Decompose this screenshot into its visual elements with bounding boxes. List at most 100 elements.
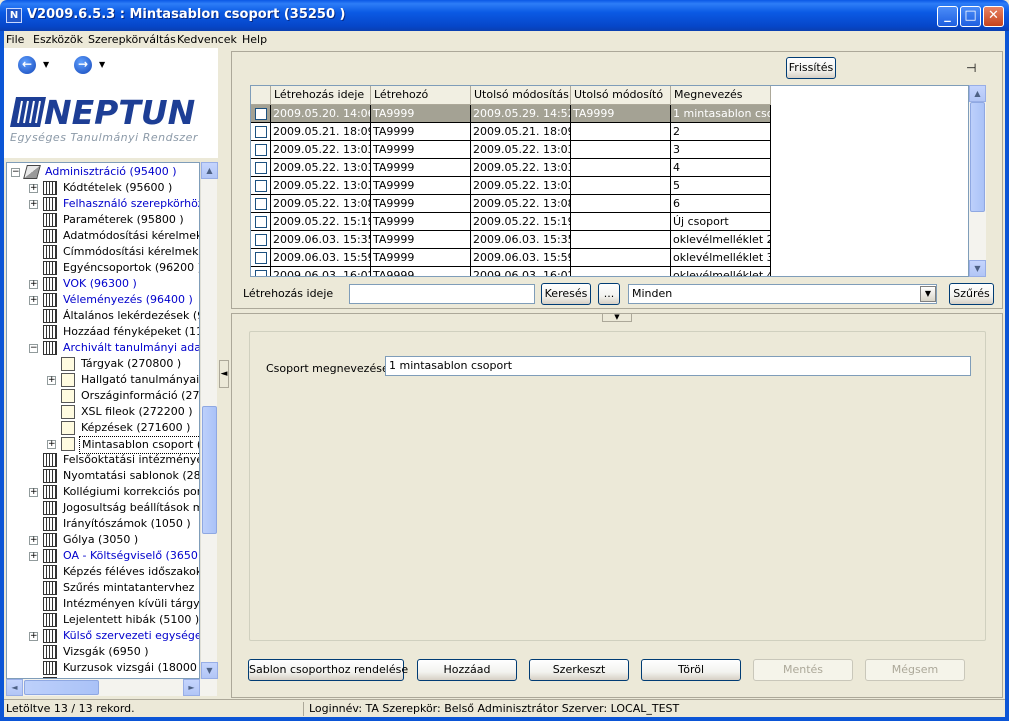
scroll-left-button[interactable]: ◄ <box>6 679 23 696</box>
logo-subtitle: Egységes Tanulmányi Rendszer <box>10 131 198 144</box>
table-cell: 2009.06.03. 15:35:1 <box>271 231 371 249</box>
refresh-button[interactable]: Frissítés <box>786 57 836 79</box>
expand-icon[interactable]: + <box>29 296 38 305</box>
app-icon: N <box>6 8 22 23</box>
expand-icon[interactable]: + <box>29 536 38 545</box>
column-header[interactable]: Utolsó módosító <box>571 86 671 105</box>
search-input[interactable] <box>349 284 535 304</box>
table-row[interactable]: 2009.05.22. 13:08:4TA99992009.05.22. 13:… <box>251 195 771 213</box>
table-cell: TA9999 <box>371 195 471 213</box>
group-name-field[interactable]: 1 mintasablon csoport <box>385 356 971 376</box>
table-row[interactable]: 2009.05.22. 13:03:0TA99992009.05.22. 13:… <box>251 159 771 177</box>
row-checkbox[interactable] <box>255 234 267 246</box>
table-cell <box>571 141 671 159</box>
expand-icon[interactable]: + <box>29 200 38 209</box>
edit-button[interactable]: Szerkeszt <box>529 659 629 681</box>
back-dropdown-icon[interactable]: ▼ <box>43 60 49 69</box>
table-cell: TA9999 <box>371 231 471 249</box>
scroll-thumb-horizontal[interactable] <box>24 680 99 695</box>
column-header[interactable] <box>251 86 271 105</box>
row-checkbox[interactable] <box>255 108 267 120</box>
tree-item-label: Adatmódosítási kérelmek (96 <box>63 229 200 242</box>
table-row[interactable]: 2009.05.20. 14:06:1TA99992009.05.29. 14:… <box>251 105 771 123</box>
table-cell: 2009.05.22. 13:08:4 <box>271 195 371 213</box>
collapse-icon[interactable]: − <box>29 344 38 353</box>
column-header[interactable]: Megnevezés <box>671 86 771 105</box>
expand-icon[interactable]: + <box>29 280 38 289</box>
scroll-up-button[interactable]: ▲ <box>201 162 218 179</box>
arrow-left-icon[interactable]: ← <box>18 56 36 74</box>
records-grid[interactable]: Létrehozás ideje Létrehozó Utolsó módosítá… <box>250 85 969 277</box>
table-row[interactable]: 2009.05.22. 15:19:1TA99992009.05.22. 15:… <box>251 213 771 231</box>
folder-icon <box>43 581 57 595</box>
scroll-right-button[interactable]: ► <box>183 679 200 696</box>
folder-icon <box>43 309 57 323</box>
table-row[interactable]: 2009.05.21. 18:09:4TA99992009.05.21. 18:… <box>251 123 771 141</box>
expand-icon[interactable]: + <box>29 184 38 193</box>
row-checkbox[interactable] <box>255 198 267 210</box>
chevron-down-icon[interactable]: ▼ <box>920 286 936 302</box>
delete-button[interactable]: Töröl <box>641 659 741 681</box>
table-cell: 2009.06.03. 15:59:5 <box>471 249 571 267</box>
collapse-left-icon[interactable]: ◄ <box>219 360 229 388</box>
assign-template-button[interactable]: Sablon csoporthoz rendelése <box>248 659 408 681</box>
window-frame-bottom <box>0 717 1009 721</box>
tree-vertical-scrollbar[interactable]: ▲ ▼ <box>200 162 218 679</box>
scroll-down-button[interactable]: ▼ <box>201 662 218 679</box>
filter-select[interactable]: Minden <box>628 284 937 304</box>
filter-button[interactable]: Szűrés <box>949 283 994 305</box>
maximize-button[interactable]: □ <box>960 6 981 27</box>
table-cell: 4 <box>671 159 771 177</box>
column-header[interactable]: Létrehozó <box>371 86 471 105</box>
grid-scroll-up-button[interactable]: ▲ <box>969 85 986 102</box>
collapse-icon[interactable]: − <box>11 168 20 177</box>
grid-scroll-down-button[interactable]: ▼ <box>969 260 986 277</box>
grid-scroll-thumb[interactable] <box>970 102 985 212</box>
column-header[interactable]: Létrehozás ideje <box>271 86 371 105</box>
scroll-thumb[interactable] <box>202 406 217 534</box>
save-button[interactable]: Mentés <box>753 659 853 681</box>
table-row[interactable]: 2009.05.22. 13:03:0TA99992009.05.22. 13:… <box>251 141 771 159</box>
folder-icon <box>43 341 57 355</box>
table-cell: TA9999 <box>371 105 471 123</box>
table-row[interactable]: 2009.06.03. 15:59:5TA99992009.06.03. 15:… <box>251 249 771 267</box>
navigation-tree[interactable]: − Adminisztráció (95400 ) + Kódtételek (956… <box>6 162 200 679</box>
pin-icon[interactable]: ⊣ <box>966 61 976 75</box>
row-checkbox[interactable] <box>255 270 267 276</box>
expand-icon[interactable]: + <box>47 440 56 449</box>
ellipsis-button[interactable]: ... <box>598 283 620 305</box>
table-cell <box>571 231 671 249</box>
column-header[interactable]: Utolsó módosítás ... <box>471 86 571 105</box>
tree-horizontal-scrollbar[interactable]: ◄ ► <box>6 679 217 696</box>
close-button[interactable]: ✕ <box>983 6 1004 27</box>
expand-icon[interactable]: + <box>29 632 38 641</box>
neptun-logo-icon <box>10 97 46 127</box>
table-row[interactable]: 2009.06.03. 15:35:1TA99992009.06.03. 15:… <box>251 231 771 249</box>
menu-tools[interactable]: Eszközök <box>33 33 83 46</box>
search-button[interactable]: Keresés <box>541 283 591 305</box>
menu-favorites[interactable]: Kedvencek <box>177 33 237 46</box>
row-checkbox[interactable] <box>255 216 267 228</box>
menu-help[interactable]: Help <box>242 33 267 46</box>
row-checkbox[interactable] <box>255 252 267 264</box>
window-frame-right <box>1005 31 1009 721</box>
expand-icon[interactable]: + <box>47 376 56 385</box>
arrow-right-icon[interactable]: → <box>74 56 92 74</box>
grid-vertical-scrollbar[interactable]: ▲ ▼ <box>969 85 986 277</box>
table-row[interactable]: 2009.06.03. 16:02:2TA99992009.06.03. 16:… <box>251 267 771 276</box>
table-row[interactable]: 2009.05.22. 13:03:1TA99992009.05.22. 13:… <box>251 177 771 195</box>
row-checkbox[interactable] <box>255 126 267 138</box>
row-checkbox[interactable] <box>255 144 267 156</box>
row-checkbox[interactable] <box>255 180 267 192</box>
folder-icon <box>43 277 57 291</box>
forward-dropdown-icon[interactable]: ▼ <box>99 60 105 69</box>
grid-header: Létrehozás ideje Létrehozó Utolsó módosítá… <box>251 86 771 105</box>
add-button[interactable]: Hozzáad <box>417 659 517 681</box>
expand-icon[interactable]: + <box>29 488 38 497</box>
expand-icon[interactable]: + <box>29 552 38 561</box>
menu-role-switch[interactable]: Szerepkörváltás <box>88 33 176 46</box>
row-checkbox[interactable] <box>255 162 267 174</box>
minimize-button[interactable]: _ <box>937 6 958 27</box>
menu-file[interactable]: File <box>6 33 24 46</box>
cancel-button[interactable]: Mégsem <box>865 659 965 681</box>
